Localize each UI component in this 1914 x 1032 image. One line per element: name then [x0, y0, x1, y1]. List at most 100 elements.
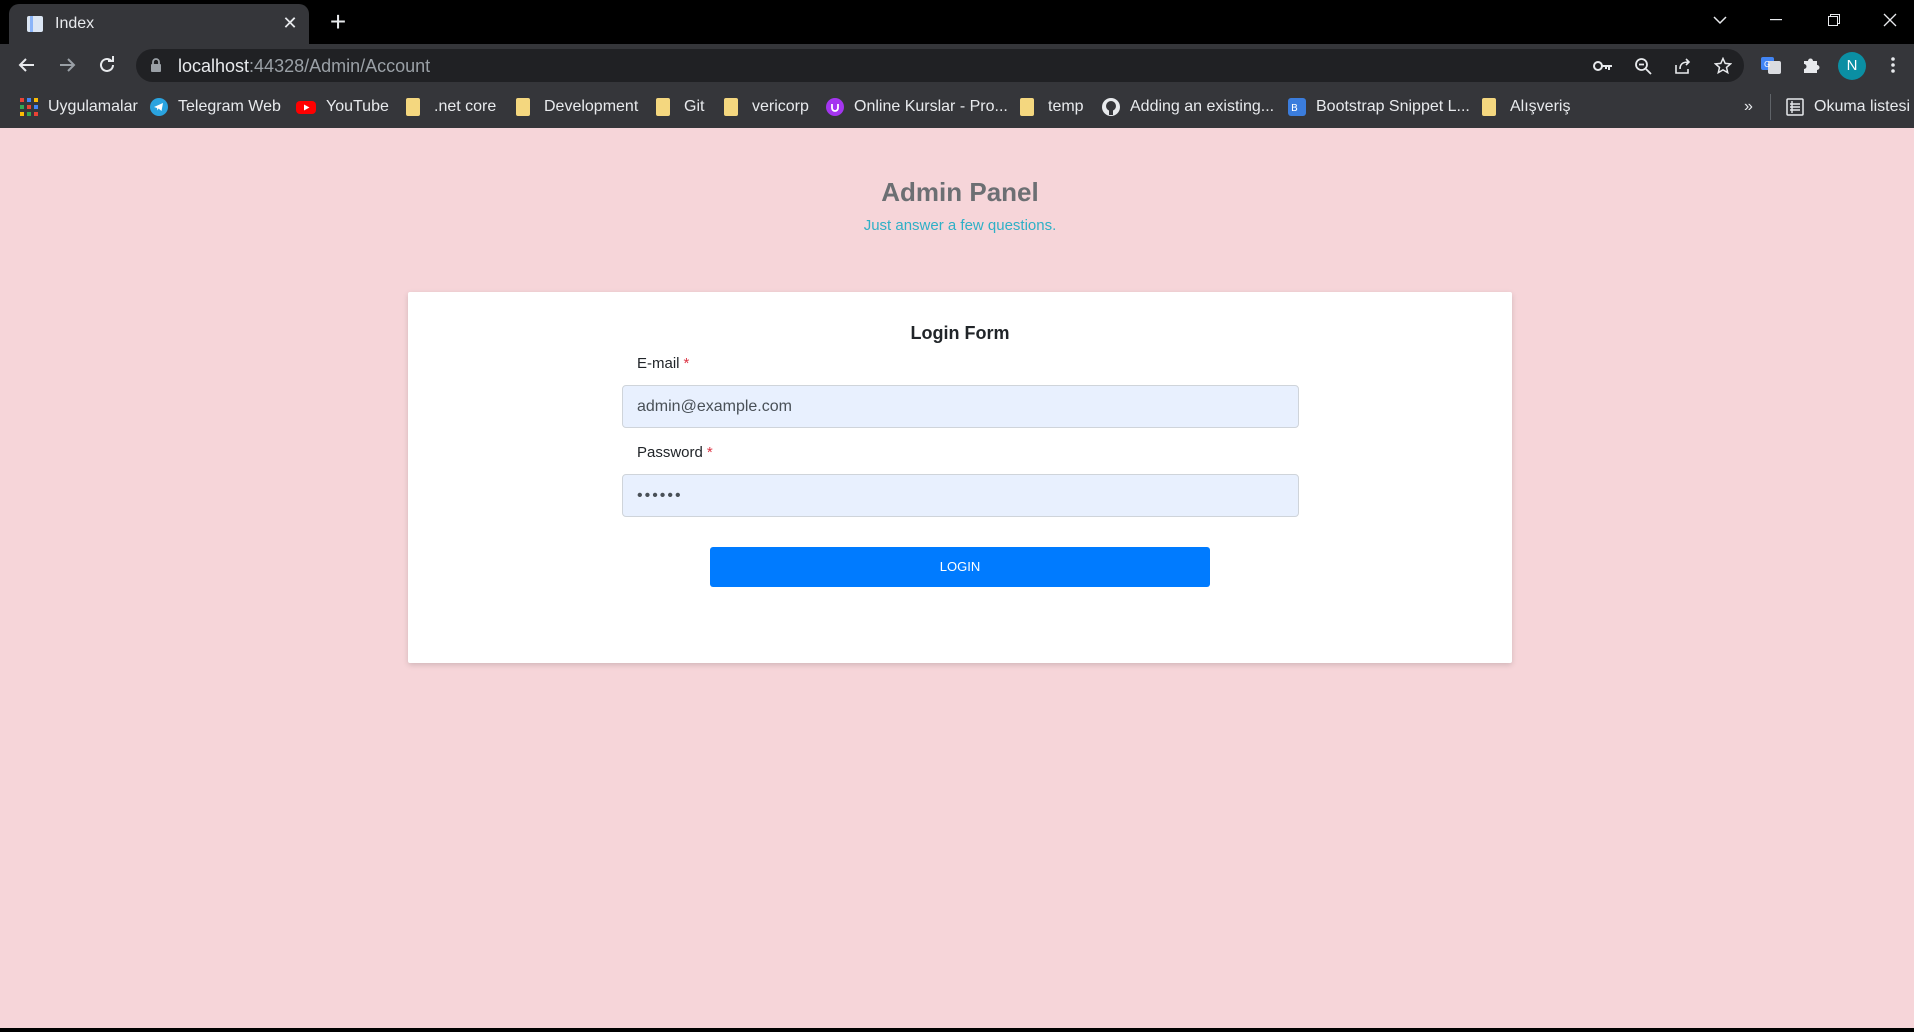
folder-icon	[406, 98, 420, 116]
back-button[interactable]	[12, 50, 42, 80]
password-label-text: Password	[637, 444, 703, 461]
github-icon	[1102, 98, 1120, 116]
youtube-icon	[296, 101, 316, 114]
profile-avatar[interactable]: N	[1838, 52, 1866, 80]
browser-menu-button[interactable]	[1880, 52, 1906, 78]
required-marker: *	[706, 444, 713, 461]
bookmark-telegram[interactable]: Telegram Web	[150, 96, 281, 118]
password-field[interactable]	[622, 474, 1299, 517]
tab-close-button[interactable]: ✕	[279, 12, 301, 34]
svg-text:B: B	[1291, 103, 1298, 114]
bookmark-label: YouTube	[326, 98, 389, 115]
url-host: localhost	[178, 56, 250, 76]
minimize-icon	[1770, 19, 1782, 21]
bookmark-label: temp	[1048, 98, 1084, 115]
forward-button[interactable]	[52, 50, 82, 80]
bookmark-folder-vericorp[interactable]: vericorp	[720, 96, 809, 118]
share-button[interactable]	[1672, 55, 1694, 77]
reading-list-label: Okuma listesi	[1814, 98, 1911, 115]
bookmark-folder-git[interactable]: Git	[652, 96, 704, 118]
bookmarks-overflow-button[interactable]: »	[1744, 96, 1753, 118]
bookmark-label: vericorp	[752, 98, 809, 115]
page-content: Admin Panel Just answer a few questions.…	[0, 128, 1914, 1028]
star-icon	[1714, 57, 1732, 75]
login-form-title: Login Form	[910, 323, 1010, 343]
chevron-down-icon	[1713, 16, 1727, 25]
screen-bottom-edge	[0, 1028, 1914, 1032]
folder-icon	[1020, 98, 1034, 116]
telegram-icon	[150, 98, 168, 116]
login-card: Login Form E-mail* Password* LOGIN	[408, 292, 1512, 663]
apps-grid-icon	[20, 98, 38, 116]
arrow-left-icon	[18, 58, 34, 72]
share-icon	[1675, 58, 1691, 74]
required-marker: *	[683, 355, 690, 372]
email-label: E-mail *	[637, 354, 689, 374]
translate-extension[interactable]: G	[1758, 52, 1784, 78]
reload-button[interactable]	[92, 50, 122, 80]
browser-titlebar: Index ✕ +	[0, 0, 1914, 44]
bookmarks-divider	[1770, 94, 1771, 120]
reading-list-button[interactable]: Okuma listesi	[1786, 96, 1910, 118]
bookmark-folder-alisveris[interactable]: Alışveriş	[1478, 96, 1570, 118]
bookmark-label: Alışveriş	[1510, 98, 1571, 115]
reading-list-icon	[1786, 98, 1804, 116]
bookmark-youtube[interactable]: YouTube	[296, 96, 389, 118]
bookmark-star-button[interactable]	[1712, 55, 1734, 77]
folder-icon	[724, 98, 738, 116]
folder-icon	[516, 98, 530, 116]
bookmark-folder-netcore[interactable]: .net core	[402, 96, 496, 118]
bookmark-label: .net core	[434, 98, 497, 115]
google-translate-icon: G	[1761, 57, 1781, 74]
page-subtitle: Just answer a few questions.	[863, 217, 1057, 234]
login-button[interactable]: LOGIN	[710, 547, 1210, 587]
extensions-button[interactable]	[1798, 52, 1824, 78]
bookmark-label: Git	[684, 98, 705, 115]
address-bar[interactable]: localhost:44328/Admin/Account	[136, 49, 1744, 82]
folder-icon	[656, 98, 670, 116]
bookmark-apps[interactable]: Uygulamalar	[20, 96, 138, 118]
zoom-button[interactable]	[1632, 55, 1654, 77]
url-text: localhost:44328/Admin/Account	[178, 56, 430, 76]
bookmark-label: Adding an existing...	[1130, 98, 1275, 115]
zoom-out-icon	[1635, 58, 1652, 75]
bookmark-label: Development	[544, 98, 639, 115]
bookmark-bootstrap[interactable]: B Bootstrap Snippet L...	[1288, 96, 1470, 118]
browser-toolbar: localhost:44328/Admin/Account G N	[0, 44, 1914, 86]
email-label-text: E-mail	[637, 355, 680, 372]
new-tab-button[interactable]: +	[322, 8, 354, 38]
bookmark-folder-development[interactable]: Development	[512, 96, 638, 118]
bookmark-label: Telegram Web	[178, 98, 281, 115]
key-icon	[1593, 61, 1612, 71]
arrow-right-icon	[60, 58, 76, 72]
url-path: :44328/Admin/Account	[249, 56, 431, 76]
bookmarks-overflow-label: »	[1744, 98, 1753, 115]
restore-icon	[1828, 14, 1840, 26]
kebab-menu-icon	[1891, 57, 1895, 73]
window-close-button[interactable]	[1862, 0, 1914, 40]
tab-search-button[interactable]	[1692, 0, 1748, 40]
minimize-button[interactable]	[1748, 0, 1804, 40]
email-field[interactable]	[622, 385, 1299, 428]
folder-icon	[1482, 98, 1496, 116]
bookmark-label: Bootstrap Snippet L...	[1316, 98, 1470, 115]
password-label: Password *	[637, 443, 713, 463]
password-key-button[interactable]	[1592, 55, 1614, 77]
browser-tab[interactable]: Index ✕	[9, 4, 309, 44]
document-icon	[27, 16, 43, 32]
tab-title: Index	[55, 15, 95, 32]
reload-icon	[100, 56, 114, 72]
bookmarks-bar: Uygulamalar Telegram Web YouTube .net co…	[0, 86, 1914, 128]
page-title: Admin Panel	[881, 177, 1039, 207]
bookmark-label: Online Kurslar - Pro...	[854, 98, 1008, 115]
bookmark-folder-temp[interactable]: temp	[1016, 96, 1084, 118]
puzzle-icon	[1804, 58, 1820, 73]
lock-icon	[151, 58, 161, 72]
udemy-icon	[826, 98, 844, 116]
close-icon	[1883, 13, 1897, 27]
bootstrap-icon: B	[1288, 98, 1306, 116]
svg-text:G: G	[1764, 60, 1770, 69]
bookmark-udemy[interactable]: Online Kurslar - Pro...	[826, 96, 1008, 118]
restore-button[interactable]	[1806, 0, 1862, 40]
bookmark-github[interactable]: Adding an existing...	[1102, 96, 1274, 118]
